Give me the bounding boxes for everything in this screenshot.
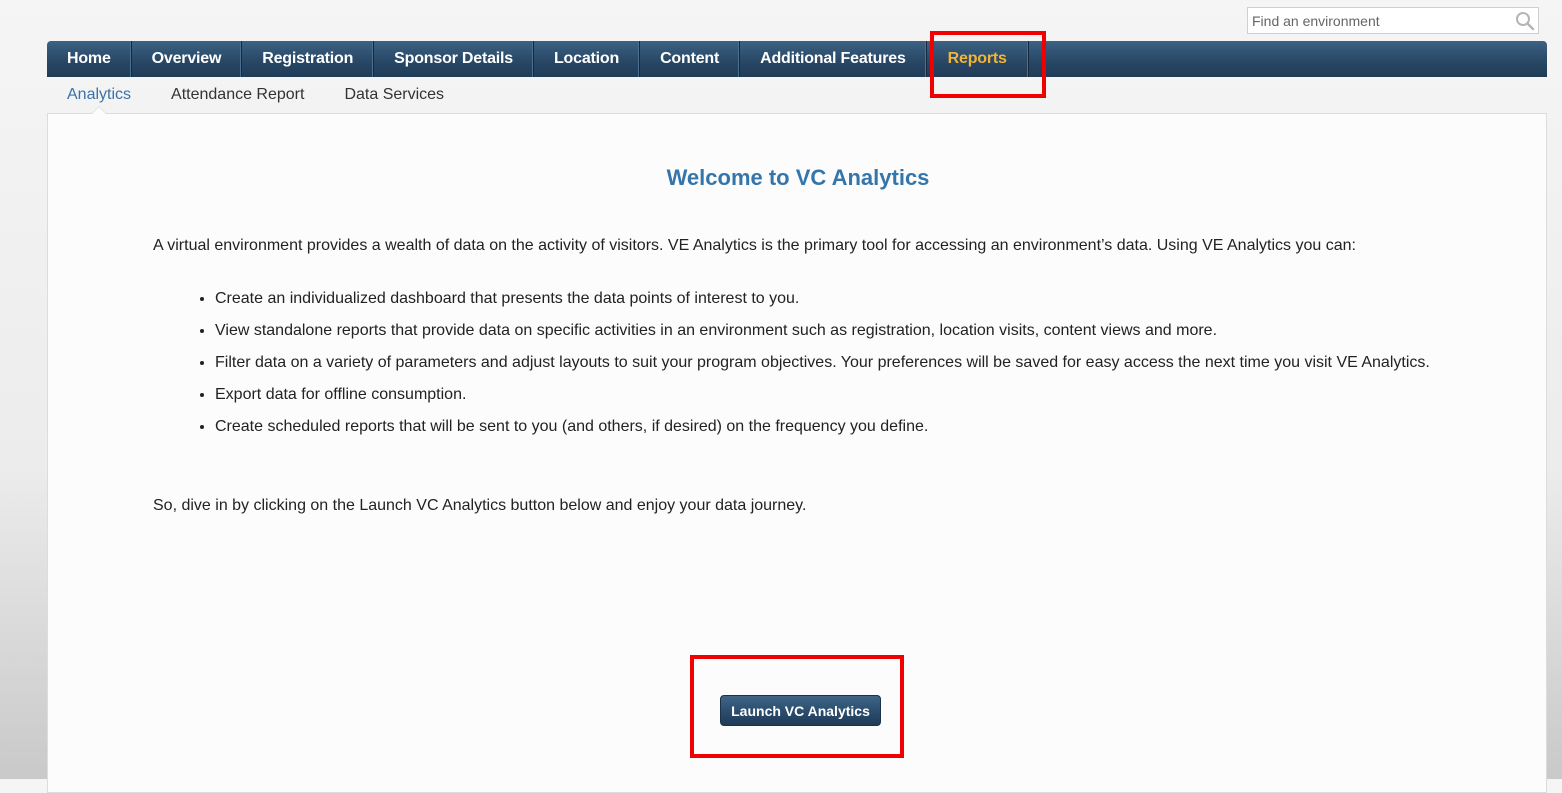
outro-text: So, dive in by clicking on the Launch VC… xyxy=(153,497,807,514)
nav-item-content[interactable]: Content xyxy=(640,41,741,77)
nav-item-registration[interactable]: Registration xyxy=(242,41,375,77)
launch-vc-analytics-button[interactable]: Launch VC Analytics xyxy=(720,695,881,726)
content-panel: Welcome to VC Analytics A virtual enviro… xyxy=(47,106,1547,793)
nav-item-location[interactable]: Location xyxy=(534,41,641,77)
intro-text: A virtual environment provides a wealth … xyxy=(153,237,1356,254)
sub-nav: Analytics Attendance Report Data Service… xyxy=(47,80,464,110)
page-title: Welcome to VC Analytics xyxy=(666,165,930,190)
search-icon[interactable] xyxy=(1515,11,1535,31)
nav-item-home[interactable]: Home xyxy=(47,41,132,77)
list-item: Create an individualized dashboard that … xyxy=(215,287,1485,311)
subnav-item-data-services[interactable]: Data Services xyxy=(324,80,464,110)
search-box[interactable] xyxy=(1247,7,1539,34)
list-item: Filter data on a variety of parameters a… xyxy=(215,351,1485,375)
feature-list: Create an individualized dashboard that … xyxy=(153,287,1485,447)
subnav-item-attendance-report[interactable]: Attendance Report xyxy=(151,80,324,110)
nav-item-additional-features[interactable]: Additional Features xyxy=(740,41,927,77)
nav-item-reports[interactable]: Reports xyxy=(927,41,1029,77)
nav-item-overview[interactable]: Overview xyxy=(132,41,243,77)
list-item: Export data for offline consumption. xyxy=(215,383,1485,407)
list-item: View standalone reports that provide dat… xyxy=(215,319,1485,343)
list-item: Create scheduled reports that will be se… xyxy=(215,415,1485,439)
search-input[interactable] xyxy=(1248,8,1512,33)
active-tab-pointer xyxy=(91,106,107,114)
nav-item-sponsor-details[interactable]: Sponsor Details xyxy=(374,41,534,77)
main-nav: Home Overview Registration Sponsor Detai… xyxy=(47,41,1547,77)
